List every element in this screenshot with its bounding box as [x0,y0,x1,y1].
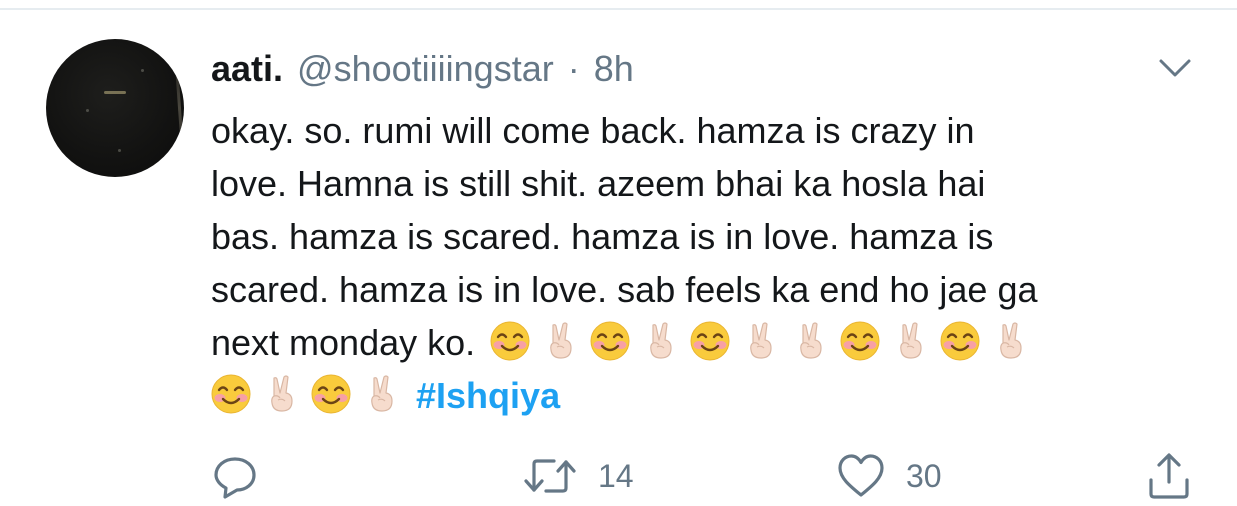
smiling-face-icon [311,374,351,414]
chevron-down-icon[interactable] [1157,56,1193,80]
reply-button[interactable] [212,450,258,502]
hashtag-link[interactable]: #Ishqiya [416,375,560,416]
smiling-face-icon [690,321,730,361]
user-handle[interactable]: @shootiiiingstar [297,47,554,91]
smiling-face-icon [590,321,630,361]
tweet-text-line: #Ishqiya [211,369,1211,422]
display-name[interactable]: aati. [211,47,283,91]
victory-hand-icon [540,321,580,361]
retweet-icon [524,459,576,493]
retweet-button[interactable]: 14 [522,450,634,502]
share-icon [1149,453,1189,499]
victory-hand-icon [261,374,301,414]
victory-hand-icon [990,321,1030,361]
victory-hand-icon [890,321,930,361]
tweet-text-fragment: next monday ko. [211,322,476,363]
like-count: 30 [906,457,942,494]
timestamp[interactable]: 8h [594,47,634,91]
victory-hand-icon [640,321,680,361]
smiling-face-icon [490,321,530,361]
heart-icon [838,454,884,497]
tweet[interactable]: aati. @shootiiiingstar · 8h okay. so. ru… [0,0,1237,506]
top-divider [0,8,1237,10]
tweet-text-line: love. Hamna is still shit. azeem bhai ka… [211,163,986,204]
action-bar: 14 30 [0,450,1237,502]
smiling-face-icon [211,374,251,414]
victory-hand-icon [790,321,830,361]
avatar[interactable] [46,39,184,177]
like-button[interactable]: 30 [836,450,942,502]
tweet-text-line: scared. hamza is in love. sab feels ka e… [211,269,1038,310]
tweet-text-line: okay. so. rumi will come back. hamza is … [211,110,975,151]
smiling-face-icon [940,321,980,361]
tweet-text: okay. so. rumi will come back. hamza is … [211,104,1211,422]
retweet-count: 14 [598,457,634,494]
reply-icon [214,457,256,499]
tweet-header: aati. @shootiiiingstar · 8h [211,47,634,91]
victory-hand-icon [361,374,401,414]
tweet-text-line: bas. hamza is scared. hamza is in love. … [211,216,994,257]
separator-dot: · [567,48,580,89]
share-button[interactable] [1146,450,1192,502]
tweet-text-line: next monday ko. [211,316,1211,369]
smiling-face-icon [840,321,880,361]
victory-hand-icon [740,321,780,361]
